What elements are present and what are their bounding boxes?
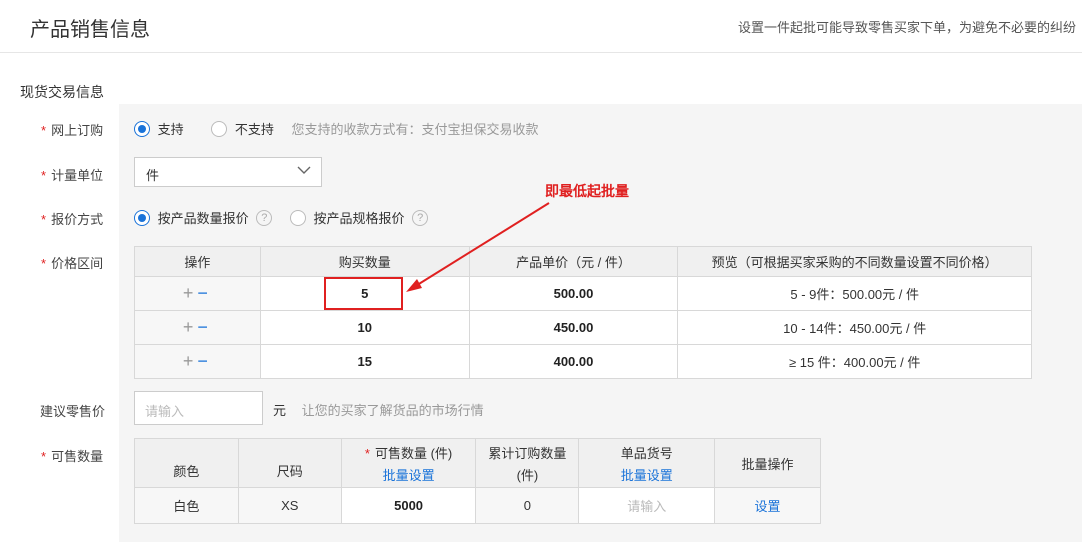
price-table-header: 操作 购买数量 产品单价（元 / 件） 预览（可根据买家采购的不同数量设置不同价… bbox=[134, 246, 1032, 277]
unit-price-cell[interactable]: 450.00 bbox=[468, 310, 679, 345]
help-icon[interactable]: ? bbox=[256, 209, 273, 226]
annotation-arrow-icon bbox=[406, 202, 550, 292]
preview-cell: 5 - 9件：500.00元 / 件 bbox=[677, 276, 1032, 311]
row-ops: +− bbox=[134, 310, 261, 345]
col-header-ops: 操作 bbox=[134, 246, 261, 277]
remove-range-button[interactable]: − bbox=[197, 317, 212, 337]
col-header-sku: 单品货号 批量设置 bbox=[578, 438, 716, 488]
add-range-button[interactable]: + bbox=[183, 283, 198, 303]
price-range-label: * 价格区间 bbox=[41, 256, 104, 271]
col-header-available: * 可售数量 (件) 批量设置 bbox=[340, 438, 477, 488]
preview-cell: 10 - 14件：450.00元 / 件 bbox=[677, 310, 1032, 345]
online-order-label: * 网上订购 bbox=[41, 123, 104, 138]
section-title: 现货交易信息 bbox=[20, 84, 104, 100]
radio-price-by-spec-label: 按产品规格报价 bbox=[313, 211, 405, 226]
row-ops: +− bbox=[134, 344, 261, 379]
preview-cell: ≥ 15 件：400.00元 / 件 bbox=[677, 344, 1032, 379]
available-quantity-input[interactable]: 5000 bbox=[340, 487, 477, 524]
col-header-color: 颜色 bbox=[134, 438, 239, 488]
radio-price-by-quantity-label: 按产品数量报价 bbox=[157, 211, 249, 226]
stock-table-header: 颜色 尺码 * 可售数量 (件) 批量设置 累计订购数量 (件) 单品货号 批量设… bbox=[134, 438, 821, 488]
currency-unit: 元 bbox=[273, 403, 287, 418]
radio-support[interactable] bbox=[134, 120, 150, 137]
col-header-ordered: 累计订购数量 (件) bbox=[475, 438, 580, 488]
col-header-size: 尺码 bbox=[237, 438, 342, 488]
table-row: +− 10 450.00 10 - 14件：450.00元 / 件 bbox=[134, 310, 1032, 345]
radio-price-by-spec[interactable] bbox=[289, 209, 306, 226]
table-row: +− 15 400.00 ≥ 15 件：400.00元 / 件 bbox=[134, 344, 1032, 379]
add-range-button[interactable]: + bbox=[183, 351, 198, 371]
chevron-down-icon bbox=[297, 166, 311, 174]
online-order-options: 支持 不支持 您支持的收款方式有：支付宝担保交易收款 bbox=[134, 119, 539, 138]
set-action-link[interactable]: 设置 bbox=[714, 487, 821, 524]
suggested-retail-hint: 元 让您的买家了解货品的市场行情 bbox=[273, 400, 484, 419]
stock-table: 颜色 尺码 * 可售数量 (件) 批量设置 累计订购数量 (件) 单品货号 批量设… bbox=[134, 438, 821, 524]
batch-set-available-link[interactable]: 批量设置 bbox=[342, 465, 476, 484]
remove-range-button[interactable]: − bbox=[197, 283, 212, 303]
add-range-button[interactable]: + bbox=[183, 317, 198, 337]
col-header-batch: 批量操作 bbox=[714, 438, 821, 488]
header-hint: 设置一件起批可能导致零售买家下单，为避免不必要的纠纷 bbox=[738, 20, 1077, 35]
required-mark: * bbox=[364, 445, 370, 461]
required-mark: * bbox=[41, 168, 47, 183]
unit-price-cell[interactable]: 400.00 bbox=[468, 344, 679, 379]
pricing-method-label: * 报价方式 bbox=[41, 212, 104, 227]
batch-set-sku-link[interactable]: 批量设置 bbox=[579, 465, 714, 484]
table-row: +− 5 500.00 5 - 9件：500.00元 / 件 bbox=[134, 276, 1032, 311]
highlight-box bbox=[324, 277, 403, 310]
suggested-retail-label: 建议零售价 bbox=[40, 404, 106, 419]
suggested-retail-input[interactable]: 请输入 bbox=[134, 391, 263, 425]
unit-select[interactable]: 件 bbox=[134, 157, 322, 187]
color-cell: 白色 bbox=[134, 487, 239, 524]
remove-range-button[interactable]: − bbox=[197, 351, 212, 371]
radio-not-support-label: 不支持 bbox=[234, 122, 274, 137]
required-mark: * bbox=[41, 212, 47, 227]
radio-not-support[interactable] bbox=[211, 120, 228, 137]
pricing-method-options: 按产品数量报价 ? 按产品规格报价 ? bbox=[134, 208, 429, 227]
suggested-retail-placeholder: 请输入 bbox=[145, 404, 185, 419]
unit-select-value: 件 bbox=[146, 168, 160, 183]
quantity-cell[interactable]: 10 bbox=[259, 310, 470, 345]
price-range-table: 操作 购买数量 产品单价（元 / 件） 预览（可根据买家采购的不同数量设置不同价… bbox=[134, 246, 1032, 379]
required-mark: * bbox=[41, 256, 47, 271]
ordered-quantity-cell: 0 bbox=[475, 487, 580, 524]
size-cell: XS bbox=[237, 487, 342, 524]
required-mark: * bbox=[41, 449, 47, 464]
row-ops: +− bbox=[134, 276, 261, 311]
page-title: 产品销售信息 bbox=[30, 19, 150, 41]
payment-note: 您支持的收款方式有：支付宝担保交易收款 bbox=[291, 122, 539, 137]
stock-label: * 可售数量 bbox=[41, 449, 104, 464]
table-row: 白色 XS 5000 0 请输入 设置 bbox=[134, 487, 821, 524]
retail-note: 让您的买家了解货品的市场行情 bbox=[301, 403, 484, 418]
unit-label: * 计量单位 bbox=[41, 168, 104, 183]
quantity-cell[interactable]: 15 bbox=[259, 344, 470, 379]
required-mark: * bbox=[41, 123, 47, 138]
sku-input[interactable]: 请输入 bbox=[578, 487, 716, 524]
col-header-preview: 预览（可根据买家采购的不同数量设置不同价格） bbox=[677, 246, 1032, 277]
radio-price-by-quantity[interactable] bbox=[134, 209, 150, 226]
radio-support-label: 支持 bbox=[157, 122, 184, 137]
header-divider bbox=[0, 52, 1082, 53]
